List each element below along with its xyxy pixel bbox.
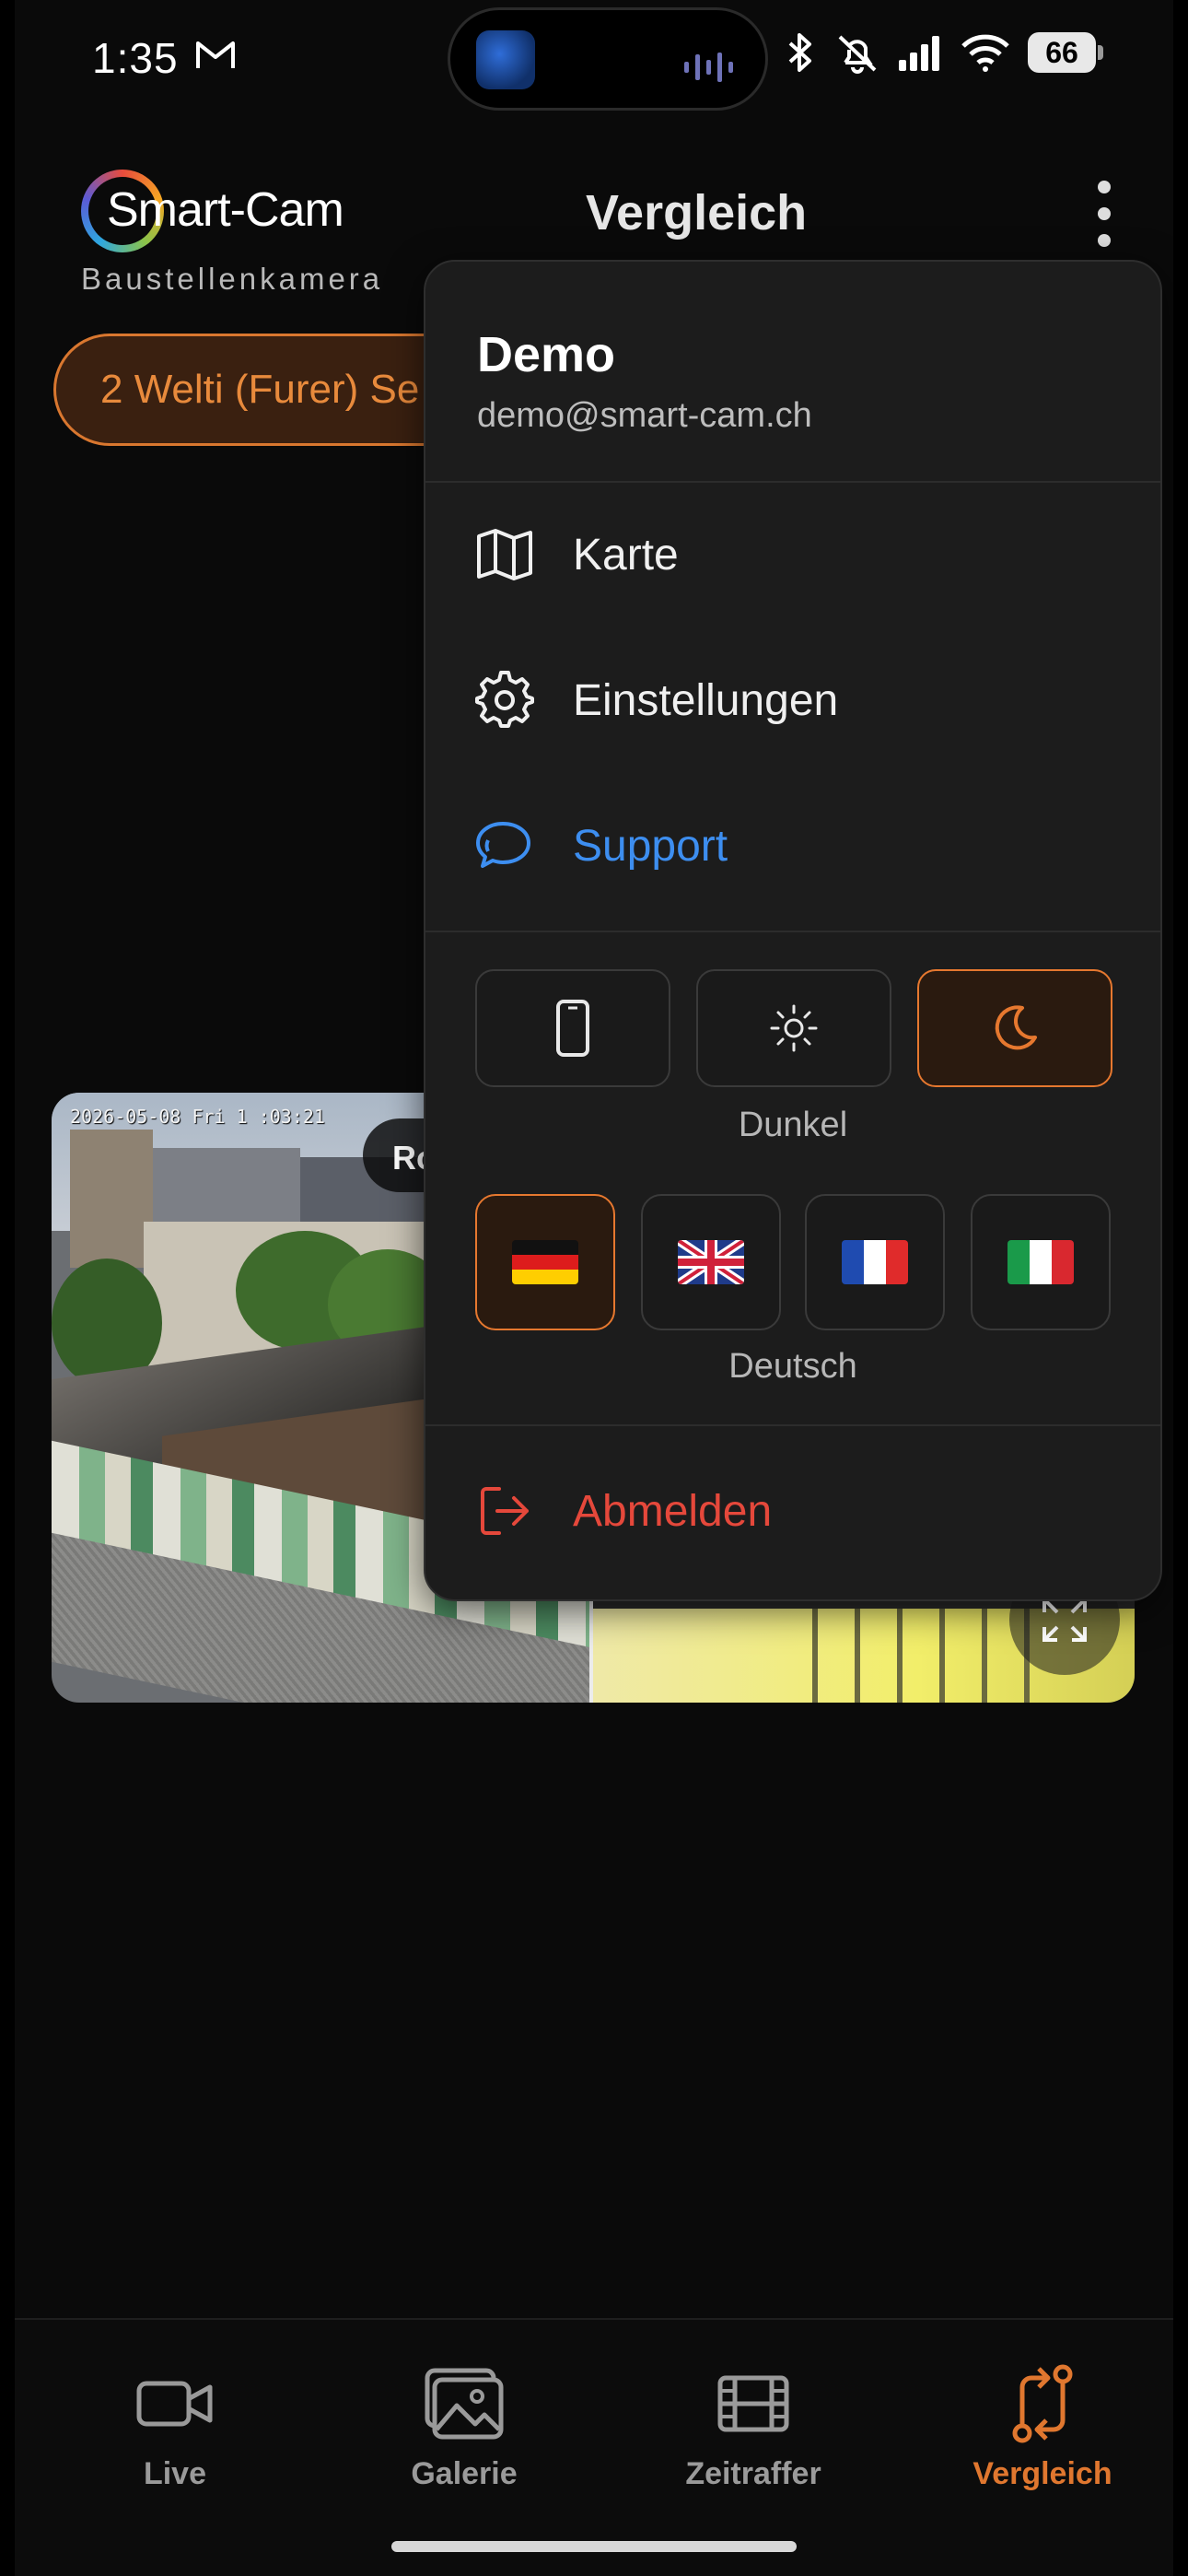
language-fr-button[interactable] xyxy=(805,1194,945,1330)
language-it-button[interactable] xyxy=(971,1194,1111,1330)
logo-text: Smart-Cam xyxy=(107,183,344,237)
audio-wave-icon xyxy=(684,53,733,82)
compare-icon xyxy=(1012,2364,1073,2443)
nav-zeitraffer[interactable]: Zeitraffer xyxy=(624,2362,882,2492)
media-thumbnail xyxy=(476,30,535,89)
logout-label: Abmelden xyxy=(573,1486,773,1536)
flag-germany-icon xyxy=(512,1240,578,1284)
menu-item-einstellungen[interactable]: Einstellungen xyxy=(425,636,1160,765)
sun-icon xyxy=(770,1004,818,1052)
wifi-icon xyxy=(961,34,1009,72)
language-label: Deutsch xyxy=(728,1347,857,1386)
nav-galerie[interactable]: Galerie xyxy=(335,2362,593,2492)
chat-bubbles-icon xyxy=(473,814,536,877)
flag-italy-icon xyxy=(1007,1240,1074,1284)
more-menu-icon[interactable] xyxy=(1090,181,1118,247)
bluetooth-icon xyxy=(788,33,811,72)
bell-muted-icon xyxy=(838,35,877,74)
nav-label: Live xyxy=(143,2456,207,2491)
camera-timestamp: 2026-05-08 Fri 1 :03:21 xyxy=(70,1106,325,1128)
gmail-icon xyxy=(196,41,235,68)
film-icon xyxy=(717,2375,789,2432)
flag-france-icon xyxy=(842,1240,908,1284)
expand-icon xyxy=(1042,1598,1087,1642)
status-icons: 66 xyxy=(785,31,1103,74)
theme-dark-button[interactable] xyxy=(917,969,1112,1087)
logout-button[interactable]: Abmelden xyxy=(425,1446,1160,1575)
nav-label: Galerie xyxy=(411,2456,518,2491)
gallery-icon xyxy=(425,2368,504,2440)
divider xyxy=(425,1424,1160,1426)
dynamic-island[interactable] xyxy=(448,7,768,111)
map-icon xyxy=(473,523,536,586)
theme-system-button[interactable] xyxy=(475,969,670,1087)
nav-label: Zeitraffer xyxy=(685,2456,821,2491)
nav-vergleich[interactable]: Vergleich xyxy=(914,2362,1171,2492)
logout-icon xyxy=(473,1480,536,1542)
menu-item-label: Einstellungen xyxy=(573,675,839,725)
menu-item-support[interactable]: Support xyxy=(425,781,1160,910)
user-email: demo@smart-cam.ch xyxy=(477,396,812,435)
menu-item-label: Support xyxy=(573,821,728,871)
theme-light-button[interactable] xyxy=(696,969,891,1087)
smartphone-icon xyxy=(556,1000,589,1057)
home-indicator[interactable] xyxy=(391,2541,797,2552)
moon-icon xyxy=(995,1005,1037,1050)
divider xyxy=(425,931,1160,932)
logo-subtitle: Baustellenkamera xyxy=(81,262,384,296)
language-de-button[interactable] xyxy=(475,1194,615,1330)
menu-item-karte[interactable]: Karte xyxy=(425,490,1160,619)
signal-icon xyxy=(899,36,939,71)
smart-cam-logo: Smart-Cam Baustellenkamera xyxy=(81,168,385,306)
menu-item-label: Karte xyxy=(573,530,679,580)
app-screen: 1:35 66 Smart-Cam Baustellenkamera Vergl… xyxy=(15,0,1173,2576)
account-menu: Demo demo@smart-cam.ch Karte Einstellung… xyxy=(424,260,1162,1601)
video-camera-icon xyxy=(136,2381,213,2427)
page-title: Vergleich xyxy=(586,185,808,240)
language-en-button[interactable] xyxy=(641,1194,781,1330)
battery-indicator: 66 xyxy=(1028,32,1103,73)
status-time: 1:35 xyxy=(92,34,179,82)
divider xyxy=(425,481,1160,483)
nav-live[interactable]: Live xyxy=(46,2362,304,2492)
nav-label: Vergleich xyxy=(973,2456,1112,2491)
gear-icon xyxy=(473,669,536,732)
theme-label: Dunkel xyxy=(738,1106,848,1144)
user-name: Demo xyxy=(477,327,616,382)
flag-uk-icon xyxy=(678,1240,744,1284)
bottom-navigation: Live Galerie Zeitraffer Vergleich xyxy=(15,2318,1173,2576)
